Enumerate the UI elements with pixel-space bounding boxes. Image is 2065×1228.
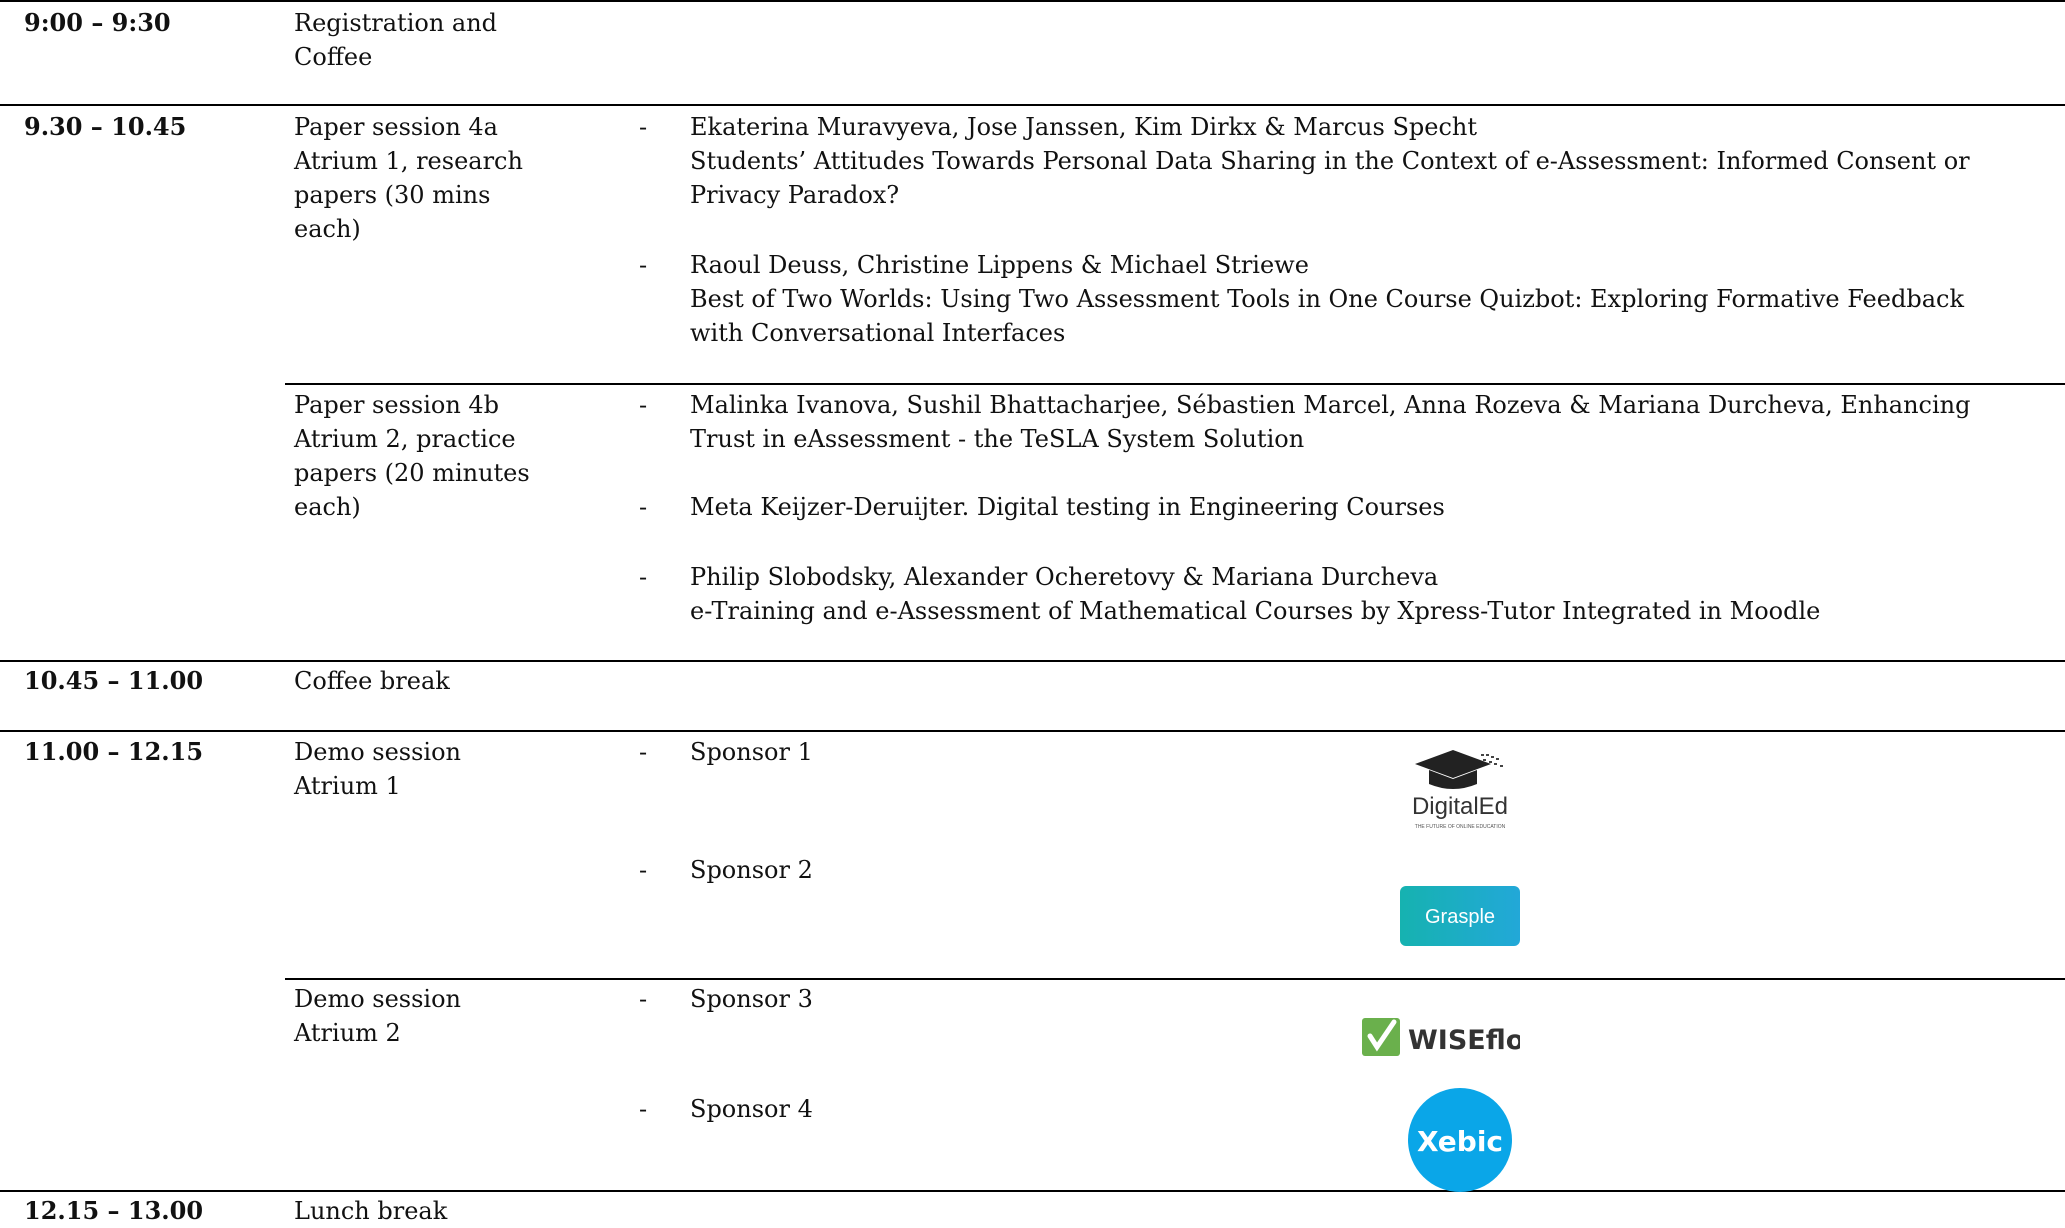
row-divider (285, 383, 2065, 385)
row-divider (0, 1190, 2065, 1192)
sponsor-item: Sponsor 3 (690, 985, 813, 1013)
paper-entry: Meta Keijzer-Deruijter. Digital testing … (690, 493, 1445, 521)
session-label: Lunch break (294, 1197, 448, 1225)
session-label: Registration and (294, 9, 498, 37)
grasple-logo: Grasple (1400, 886, 1520, 946)
list-bullet: - (639, 113, 648, 141)
paper-entry: with Conversational Interfaces (690, 319, 1066, 347)
digitaled-logo: DigitalEd THE FUTURE OF ONLINE EDUCATION (1395, 748, 1525, 834)
session-label: Atrium 1, research (294, 147, 523, 175)
row-divider (0, 0, 2065, 2)
session-label: Atrium 2 (294, 1019, 401, 1047)
paper-entry: e-Training and e-Assessment of Mathemati… (690, 597, 1821, 625)
session-label: Demo session (294, 985, 462, 1013)
xebic-logo: Xebic (1407, 1087, 1513, 1193)
time-cell: 11.00 – 12.15 (24, 737, 204, 766)
paper-entry: Raoul Deuss, Christine Lippens & Michael… (690, 251, 1309, 279)
xebic-wordmark: Xebic (1417, 1125, 1503, 1158)
paper-entry: Best of Two Worlds: Using Two Assessment… (690, 285, 1964, 313)
paper-entry: Malinka Ivanova, Sushil Bhattacharjee, S… (690, 391, 1971, 419)
list-bullet: - (639, 251, 648, 279)
session-label: Coffee break (294, 667, 450, 695)
list-bullet: - (639, 1095, 648, 1123)
list-bullet: - (639, 985, 648, 1013)
row-divider (0, 104, 2065, 106)
sponsor-item: Sponsor 1 (690, 738, 813, 766)
session-label: Paper session 4b (294, 391, 500, 419)
session-label: papers (30 mins (294, 181, 491, 209)
sponsor-item: Sponsor 4 (690, 1095, 813, 1123)
session-label: papers (20 minutes (294, 459, 530, 487)
sponsor-item: Sponsor 2 (690, 856, 813, 884)
row-divider (0, 660, 2065, 662)
wiseflow-logo: WISEflow (1360, 1014, 1520, 1058)
session-label: Coffee (294, 43, 373, 71)
paper-entry: Philip Slobodsky, Alexander Ocheretovy &… (690, 563, 1439, 591)
session-label: Paper session 4a (294, 113, 498, 141)
row-divider (0, 730, 2065, 732)
session-label: each) (294, 215, 361, 243)
paper-entry: Privacy Paradox? (690, 181, 900, 209)
digitaled-tagline: THE FUTURE OF ONLINE EDUCATION (1415, 824, 1506, 830)
time-cell: 9:00 – 9:30 (24, 8, 171, 37)
paper-entry: Ekaterina Muravyeva, Jose Janssen, Kim D… (690, 113, 1478, 141)
list-bullet: - (639, 493, 648, 521)
session-label: each) (294, 493, 361, 521)
digitaled-wordmark: DigitalEd (1412, 793, 1508, 820)
list-bullet: - (639, 563, 648, 591)
time-cell: 9.30 – 10.45 (24, 112, 187, 141)
paper-entry: Trust in eAssessment - the TeSLA System … (690, 425, 1305, 453)
session-label: Atrium 2, practice (294, 425, 516, 453)
session-label: Atrium 1 (294, 772, 401, 800)
session-label: Demo session (294, 738, 462, 766)
list-bullet: - (639, 856, 648, 884)
paper-entry: Students’ Attitudes Towards Personal Dat… (690, 147, 1970, 175)
wiseflow-wordmark: WISEflow (1408, 1025, 1520, 1056)
list-bullet: - (639, 738, 648, 766)
row-divider (285, 978, 2065, 980)
time-cell: 12.15 – 13.00 (24, 1196, 204, 1225)
grasple-wordmark: Grasple (1425, 906, 1495, 928)
list-bullet: - (639, 391, 648, 419)
time-cell: 10.45 – 11.00 (24, 666, 204, 695)
